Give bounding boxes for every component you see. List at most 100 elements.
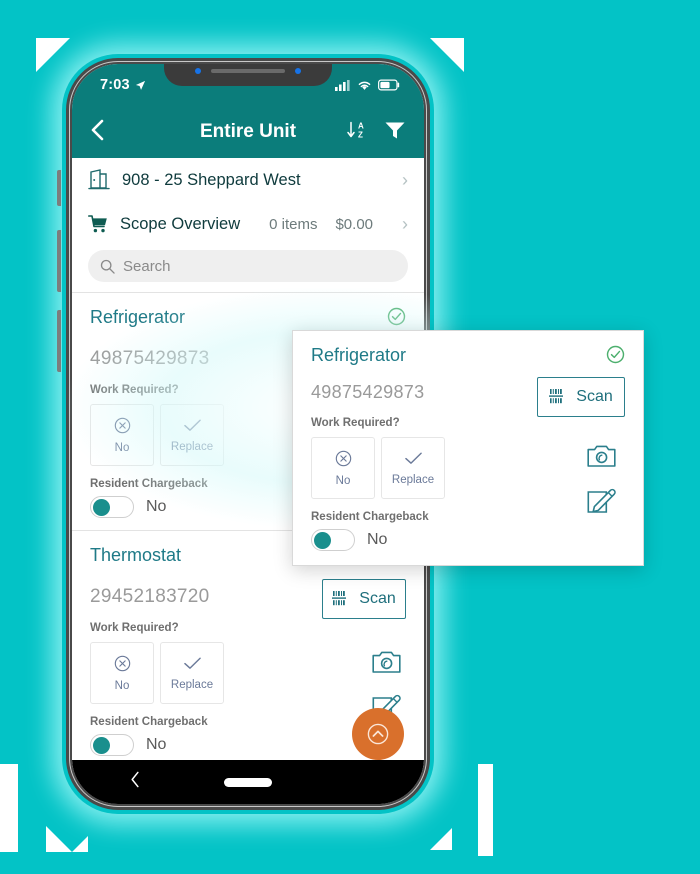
camera-icon	[587, 445, 616, 467]
callout-scan-button[interactable]: Scan	[537, 377, 625, 417]
phone-button-volume-down[interactable]	[57, 310, 61, 372]
callout-work-required-label: Work Required?	[311, 417, 400, 429]
checkmark-icon	[404, 452, 422, 464]
callout-chargeback-toggle-row: No	[311, 529, 625, 551]
unit-row-chevron-icon: ›	[402, 169, 408, 190]
corner-mark-top-right	[430, 38, 464, 72]
barcode-icon	[549, 389, 564, 404]
unit-address: 908 - 25 Sheppard West	[122, 170, 301, 189]
checkmark-icon	[183, 657, 201, 669]
scan-label: Scan	[359, 590, 396, 607]
check-circle-icon	[606, 345, 625, 364]
nav-actions: A Z	[346, 120, 406, 145]
callout-edit-button[interactable]	[587, 488, 617, 521]
scope-overview-row[interactable]: Scope Overview 0 items $0.00 ›	[72, 202, 424, 246]
option-no[interactable]: No	[90, 404, 154, 466]
callout-chargeback-toggle[interactable]	[311, 529, 355, 551]
android-back-icon	[131, 771, 139, 788]
option-no-label: No	[114, 679, 130, 692]
circle-x-icon	[335, 450, 351, 466]
check-circle-icon	[387, 307, 406, 326]
toggle-knob	[314, 531, 331, 549]
scope-meta: 0 items $0.00	[269, 216, 373, 233]
callout-camera-button[interactable]	[587, 443, 617, 474]
search-placeholder: Search	[123, 257, 171, 275]
shopping-cart-icon	[88, 215, 107, 233]
chargeback-value: No	[146, 498, 167, 515]
scan-button[interactable]: Scan	[322, 579, 406, 619]
filter-button[interactable]	[384, 120, 406, 145]
callout-panel-refrigerator: Refrigerator 49875429873 Scan Work Requi…	[292, 330, 644, 566]
callout-scan-label: Scan	[576, 388, 613, 405]
circle-x-icon	[114, 655, 130, 671]
asset-title: Refrigerator	[90, 307, 186, 327]
building-door-icon	[88, 169, 110, 190]
scope-row-chevron-icon: ›	[401, 213, 408, 234]
camera-dot-right-icon	[295, 68, 301, 74]
corner-mark-bottom-right	[430, 828, 452, 850]
callout-chargeback-value: No	[367, 531, 388, 548]
callout-title: Refrigerator	[311, 345, 407, 365]
app-nav-bar: Entire Unit A Z	[72, 106, 424, 158]
option-replace-label: Replace	[170, 440, 214, 453]
callout-chargeback-label: Resident Chargeback	[311, 511, 429, 523]
scope-total: $0.00	[335, 215, 374, 233]
status-time: 7:03	[100, 77, 130, 93]
speaker-slot	[211, 69, 285, 73]
scroll-to-top-fab[interactable]	[352, 708, 404, 760]
option-no-label: No	[114, 441, 130, 454]
phone-button-mute[interactable]	[57, 170, 61, 206]
work-required-label: Work Required?	[90, 622, 179, 634]
android-home-pill[interactable]	[224, 777, 272, 787]
search-icon	[100, 259, 115, 274]
battery-icon	[378, 79, 400, 91]
callout-option-no-label: No	[335, 474, 351, 487]
cellular-signal-icon	[335, 80, 350, 91]
callout-action-icons	[587, 443, 617, 521]
callout-option-replace-label: Replace	[391, 473, 435, 486]
callout-option-no[interactable]: No	[311, 437, 375, 499]
toggle-knob	[93, 498, 110, 516]
option-replace[interactable]: Replace	[160, 642, 224, 704]
chargeback-toggle[interactable]	[90, 734, 134, 756]
edit-note-icon	[587, 488, 616, 513]
option-replace[interactable]: Replace	[160, 404, 224, 466]
sort-az-icon: A Z	[347, 121, 364, 139]
back-chevron-icon	[91, 119, 104, 140]
filter-funnel-icon	[385, 122, 405, 138]
phone-button-volume-up[interactable]	[57, 230, 61, 292]
chargeback-value: No	[146, 736, 167, 753]
option-replace-label: Replace	[170, 678, 214, 691]
scope-item-count: 0 items	[269, 215, 318, 233]
back-button[interactable]	[90, 119, 106, 146]
accent-bar-left	[0, 764, 18, 852]
corner-mark-bottom-left-small	[72, 836, 88, 852]
accent-bar-right	[478, 764, 493, 856]
status-bar: 7:03	[72, 64, 424, 106]
scope-label: Scope Overview	[120, 214, 241, 233]
checkmark-icon	[183, 419, 201, 431]
camera-dot-left-icon	[195, 68, 201, 74]
search-input[interactable]: Search	[88, 250, 408, 282]
callout-option-replace[interactable]: Replace	[381, 437, 445, 499]
android-back-button[interactable]	[130, 771, 141, 793]
status-time-group: 7:03	[100, 77, 146, 93]
sort-button[interactable]: A Z	[346, 120, 368, 145]
chargeback-toggle[interactable]	[90, 496, 134, 518]
work-required-options: No Replace	[90, 642, 406, 704]
camera-button[interactable]	[372, 649, 402, 680]
wifi-icon	[358, 81, 371, 90]
option-no[interactable]: No	[90, 642, 154, 704]
toggle-knob	[93, 736, 110, 754]
status-icons	[335, 79, 400, 91]
circle-x-icon	[114, 417, 130, 433]
search-container: Search	[72, 246, 424, 292]
corner-mark-top-left	[36, 38, 70, 72]
location-arrow-icon	[135, 80, 145, 90]
corner-mark-bottom-left	[46, 826, 72, 852]
phone-notch	[164, 64, 332, 86]
chevron-up-circle-icon	[367, 723, 389, 745]
android-navigation-bar	[72, 760, 424, 804]
unit-row[interactable]: 908 - 25 Sheppard West ›	[72, 158, 424, 202]
callout-status-badge	[606, 345, 625, 369]
